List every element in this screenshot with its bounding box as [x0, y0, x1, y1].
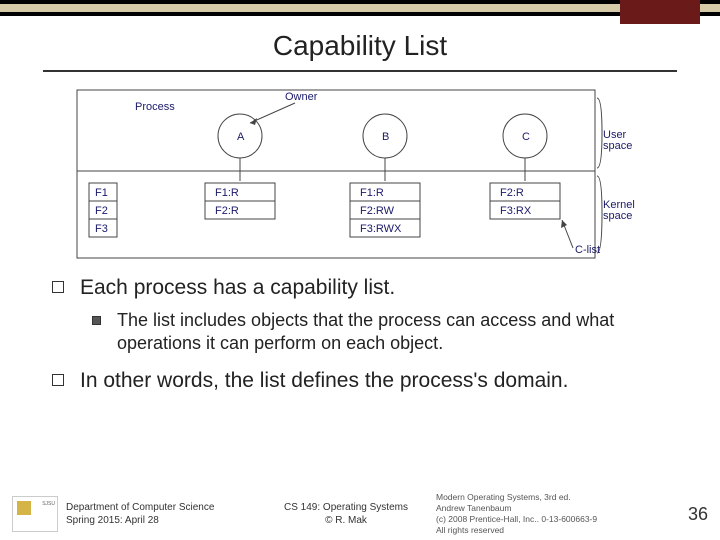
- slide-top-bar: [0, 0, 720, 16]
- slide-title: Capability List: [0, 30, 720, 62]
- label-kernel-space: Kernelspace: [603, 199, 635, 222]
- svg-text:F3:RX: F3:RX: [500, 205, 532, 217]
- svg-text:F1:R: F1:R: [360, 187, 384, 199]
- square-bullet-icon: [52, 374, 64, 386]
- bullet-1-sub: The list includes objects that the proce…: [92, 309, 678, 354]
- svg-text:F2: F2: [95, 205, 108, 217]
- svg-text:F1:R: F1:R: [215, 187, 239, 199]
- square-bullet-icon: [52, 281, 64, 293]
- label-process: Process: [135, 101, 175, 113]
- bullet-1: Each process has a capability list.: [52, 275, 678, 301]
- svg-text:B: B: [382, 131, 389, 143]
- capability-diagram: Userspace Kernelspace Owner Process A B …: [75, 88, 645, 263]
- filled-square-bullet-icon: [92, 316, 101, 325]
- svg-text:F2:RW: F2:RW: [360, 205, 395, 217]
- label-user-space: Userspace: [603, 129, 632, 152]
- bullet-1-sub-text: The list includes objects that the proce…: [117, 309, 678, 354]
- svg-text:F3:RWX: F3:RWX: [360, 223, 402, 235]
- footer-reference: Modern Operating Systems, 3rd ed. Andrew…: [436, 492, 680, 536]
- svg-text:F2:R: F2:R: [500, 187, 524, 199]
- slide-body: Each process has a capability list. The …: [0, 275, 720, 395]
- svg-text:F2:R: F2:R: [215, 205, 239, 217]
- title-underline: [43, 70, 677, 72]
- footer-dept: Department of Computer Science Spring 20…: [66, 501, 256, 527]
- svg-text:A: A: [237, 131, 245, 143]
- slide-footer: Department of Computer Science Spring 20…: [0, 494, 720, 540]
- bullet-2-text: In other words, the list defines the pro…: [80, 368, 568, 394]
- svg-text:C: C: [522, 131, 530, 143]
- bullet-1-text: Each process has a capability list.: [80, 275, 395, 301]
- label-clist: C-list: [575, 244, 600, 256]
- svg-text:F1: F1: [95, 187, 108, 199]
- page-number: 36: [688, 504, 708, 525]
- footer-course: CS 149: Operating Systems © R. Mak: [256, 501, 436, 527]
- bullet-2: In other words, the list defines the pro…: [52, 368, 678, 394]
- label-owner: Owner: [285, 91, 318, 103]
- sjsu-logo: [12, 496, 58, 532]
- svg-text:F3: F3: [95, 223, 108, 235]
